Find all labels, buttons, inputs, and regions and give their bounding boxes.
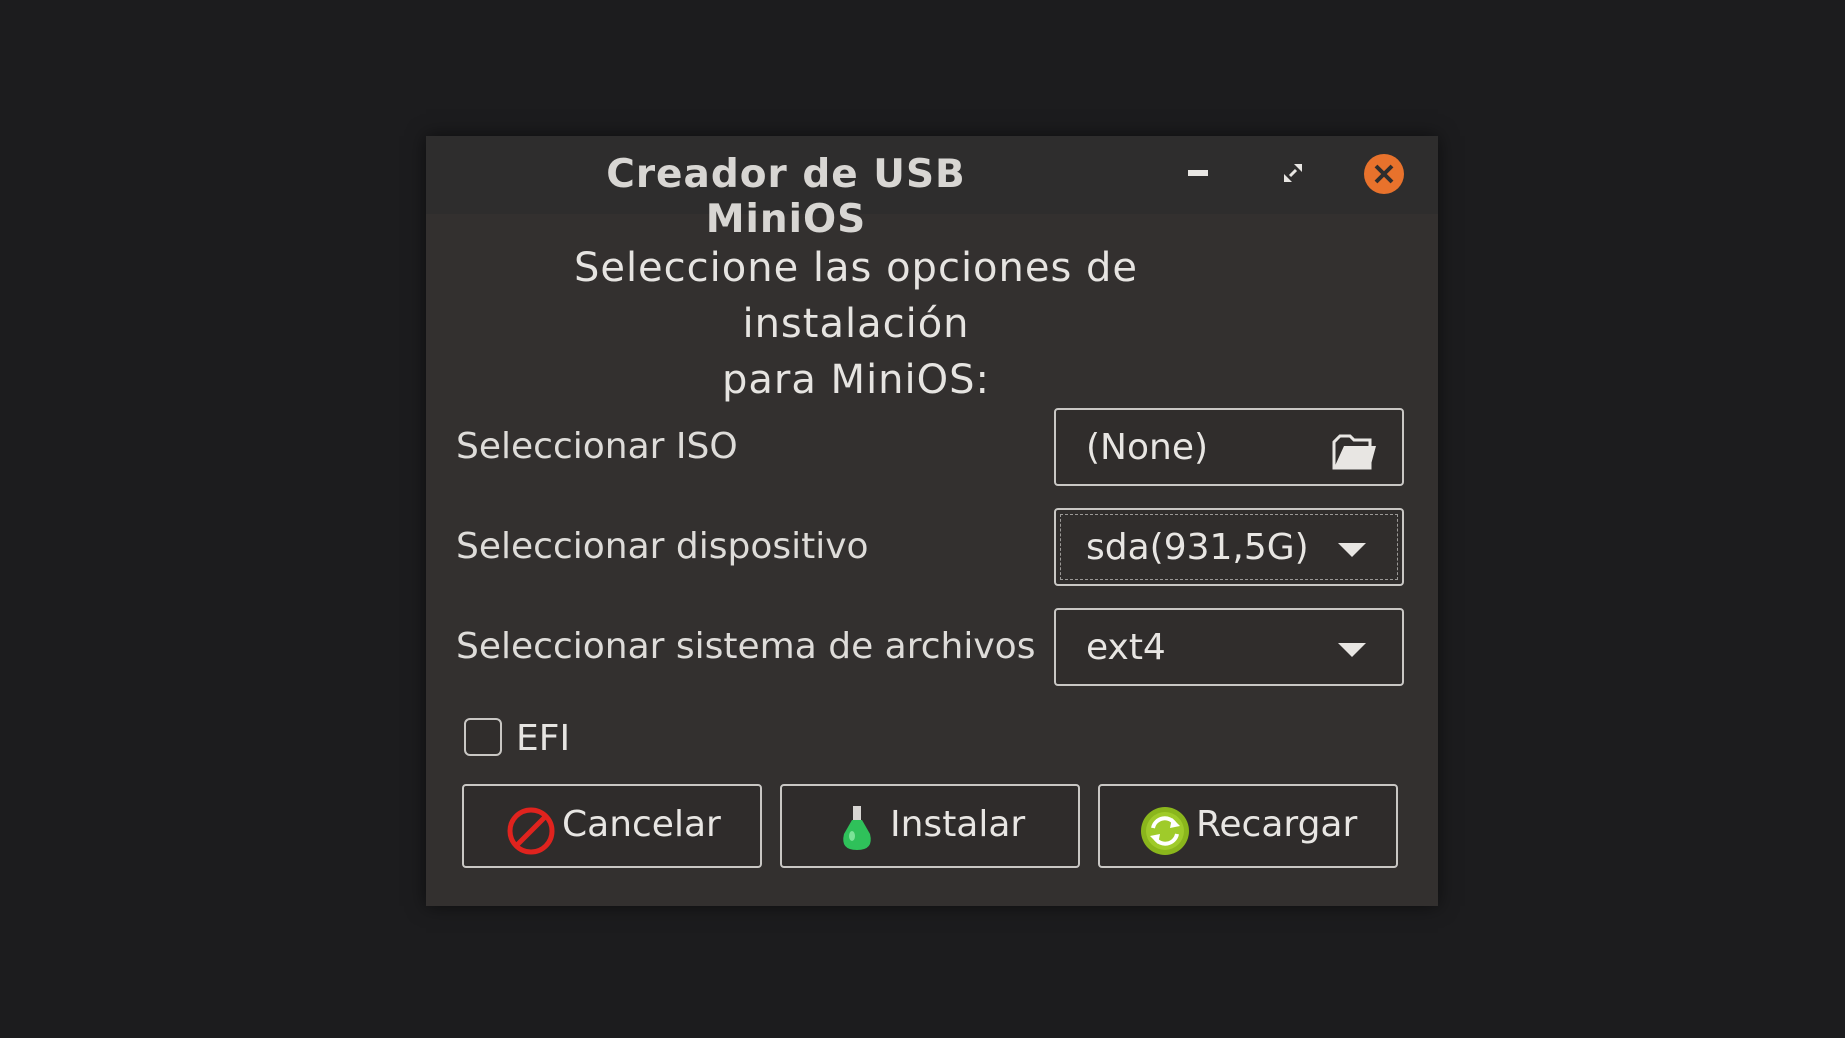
reload-button[interactable]: Recargar xyxy=(1098,784,1398,868)
reload-label: Recargar xyxy=(1196,804,1358,845)
efi-checkbox[interactable] xyxy=(464,718,502,756)
filesystem-dropdown[interactable]: ext4 xyxy=(1054,608,1404,686)
folder-open-icon xyxy=(1332,434,1376,470)
reload-icon xyxy=(1141,807,1189,855)
efi-label[interactable]: EFI xyxy=(516,718,570,759)
flask-icon xyxy=(843,806,871,850)
close-button[interactable] xyxy=(1363,153,1405,195)
install-button[interactable]: Instalar xyxy=(780,784,1080,868)
filesystem-value: ext4 xyxy=(1086,627,1166,668)
iso-file-chooser[interactable]: (None) xyxy=(1054,408,1404,486)
heading-line-1: Seleccione las opciones de instalación xyxy=(573,245,1139,347)
device-label: Seleccionar dispositivo xyxy=(456,526,869,567)
minimize-icon xyxy=(1188,170,1208,176)
instructions-heading: Seleccione las opciones de instalación p… xyxy=(486,240,1226,408)
title-bar[interactable]: Creador de USB MiniOS xyxy=(426,136,1438,242)
restore-button[interactable] xyxy=(1282,162,1304,184)
chevron-down-icon xyxy=(1338,543,1366,557)
close-icon xyxy=(1364,154,1404,194)
filesystem-label: Seleccionar sistema de archivos xyxy=(456,626,1036,667)
device-value: sda(931,5G) xyxy=(1086,527,1309,568)
cancel-icon xyxy=(507,807,555,855)
chevron-down-icon xyxy=(1338,643,1366,657)
device-dropdown[interactable]: sda(931,5G) xyxy=(1054,508,1404,586)
cancel-label: Cancelar xyxy=(562,804,721,845)
restore-icon xyxy=(1284,164,1302,182)
install-label: Instalar xyxy=(890,804,1026,845)
minimize-button[interactable] xyxy=(1188,170,1208,178)
cancel-button[interactable]: Cancelar xyxy=(462,784,762,868)
dialog-window: Creador de USB MiniOS Seleccione las opc… xyxy=(426,136,1438,906)
iso-value: (None) xyxy=(1086,427,1209,468)
iso-label: Seleccionar ISO xyxy=(456,426,738,467)
heading-line-2: para MiniOS: xyxy=(721,357,990,403)
window-title: Creador de USB MiniOS xyxy=(606,152,966,242)
